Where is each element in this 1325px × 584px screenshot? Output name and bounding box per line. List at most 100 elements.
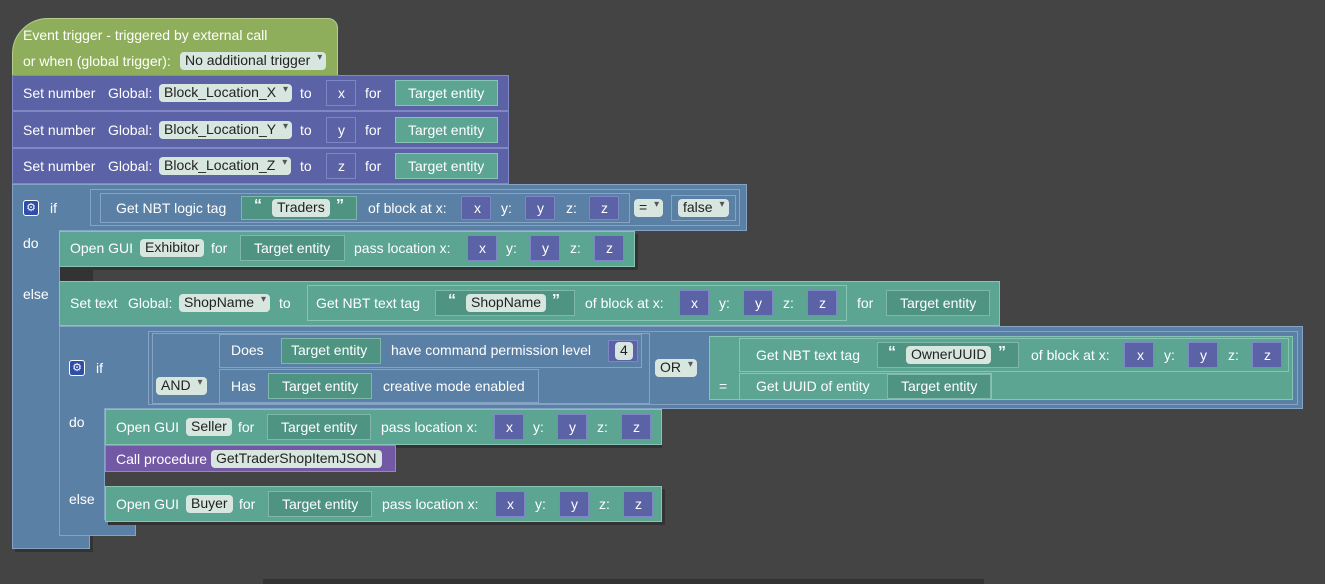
scope-label: Global: xyxy=(108,85,153,101)
workspace-scrollbar[interactable] xyxy=(263,579,984,584)
target-entity-label: Target entity xyxy=(282,496,359,512)
open-quote-icon: “ xyxy=(448,292,456,309)
y-label: y: xyxy=(501,200,512,216)
creative-label: creative mode enabled xyxy=(383,378,525,394)
y-label: y: xyxy=(719,295,730,311)
open-gui-label: Open GUI xyxy=(70,240,134,256)
z-label: z: xyxy=(570,240,581,256)
y-label: y: xyxy=(535,496,546,512)
pass-location-label: pass location x: xyxy=(382,496,479,512)
for-label: for xyxy=(239,496,256,512)
y-var: y xyxy=(571,496,578,512)
level-field[interactable]: 4 xyxy=(615,342,633,360)
z-label: z: xyxy=(597,419,608,435)
open-quote-icon: “ xyxy=(254,197,262,214)
for-label: for xyxy=(365,122,382,138)
z-label: z: xyxy=(1228,347,1239,363)
gui-name-field[interactable]: Buyer xyxy=(186,495,233,513)
target-entity-label: Target entity xyxy=(291,342,368,358)
global-trigger-label: or when (global trigger): xyxy=(23,53,171,69)
y-var: y xyxy=(1200,347,1207,363)
get-nbt-text-label: Get NBT text tag xyxy=(316,295,421,311)
get-nbt-logic-label: Get NBT logic tag xyxy=(116,200,227,216)
operator-dropdown[interactable]: = xyxy=(634,197,664,217)
variable-dropdown[interactable]: ShopName xyxy=(179,292,271,312)
to-label: to xyxy=(300,158,312,174)
text-literal-field[interactable]: Traders xyxy=(272,199,330,217)
open-gui-label: Open GUI xyxy=(116,496,180,512)
of-block-label: of block at x: xyxy=(368,200,447,216)
z-var: z xyxy=(635,496,642,512)
get-uuid-label: Get UUID of entity xyxy=(756,378,870,394)
z-var: z xyxy=(1264,347,1271,363)
target-entity-label: Target entity xyxy=(408,122,485,138)
to-label: to xyxy=(300,122,312,138)
to-label: to xyxy=(279,295,291,311)
or-dropdown[interactable]: OR xyxy=(655,357,697,377)
variable-dropdown-x[interactable]: Block_Location_X xyxy=(159,82,293,102)
of-block-label: of block at x: xyxy=(585,295,664,311)
x-var: x xyxy=(474,200,481,216)
pass-location-label: pass location x: xyxy=(354,240,451,256)
value-y: y xyxy=(338,122,345,138)
x-var: x xyxy=(507,496,514,512)
does-label: Does xyxy=(231,342,264,358)
for-label: for xyxy=(365,158,382,174)
if-label: if xyxy=(96,360,103,376)
text-literal-field[interactable]: OwnerUUID xyxy=(906,346,992,364)
x-var: x xyxy=(691,295,698,311)
procedure-name-field[interactable]: GetTraderShopItemJSON xyxy=(211,450,382,468)
boolean-dropdown[interactable]: false xyxy=(678,197,729,217)
target-entity-label: Target entity xyxy=(282,378,359,394)
if-else-spine xyxy=(12,230,60,548)
x-var: x xyxy=(506,419,513,435)
target-entity-label: Target entity xyxy=(254,240,331,256)
set-text-label: Set text xyxy=(70,295,118,311)
z-label: z: xyxy=(566,200,577,216)
variable-dropdown-z[interactable]: Block_Location_Z xyxy=(159,155,292,175)
for-label: for xyxy=(365,85,382,101)
gui-name-field[interactable]: Seller xyxy=(186,418,232,436)
if-label: if xyxy=(50,200,57,216)
y-var: y xyxy=(537,200,544,216)
has-label: Has xyxy=(231,378,256,394)
else-label: else xyxy=(23,286,49,302)
pass-location-label: pass location x: xyxy=(381,419,478,435)
close-quote-icon: ” xyxy=(998,344,1006,361)
for-label: for xyxy=(857,295,874,311)
gear-icon[interactable]: ⚙ xyxy=(69,360,85,376)
do-label: do xyxy=(69,414,85,430)
z-var: z xyxy=(819,295,826,311)
z-var: z xyxy=(606,240,613,256)
global-trigger-dropdown[interactable]: No additional trigger xyxy=(180,50,327,70)
y-label: y: xyxy=(506,240,517,256)
y-label: y: xyxy=(1164,347,1175,363)
permission-label: have command permission level xyxy=(391,342,591,358)
of-block-label: of block at x: xyxy=(1031,347,1110,363)
target-entity-label: Target entity xyxy=(281,419,358,435)
to-label: to xyxy=(300,85,312,101)
variable-dropdown-y[interactable]: Block_Location_Y xyxy=(159,119,293,139)
gui-name-field[interactable]: Exhibitor xyxy=(140,239,205,257)
gear-icon[interactable]: ⚙ xyxy=(23,200,39,216)
for-label: for xyxy=(211,240,228,256)
z-label: z: xyxy=(783,295,794,311)
set-number-label: Set number xyxy=(23,85,96,101)
text-literal-field[interactable]: ShopName xyxy=(466,294,547,312)
y-var: y xyxy=(569,419,576,435)
x-var: x xyxy=(479,240,486,256)
close-quote-icon: ” xyxy=(336,197,344,214)
else-label: else xyxy=(69,491,95,507)
equals-label: = xyxy=(719,378,728,394)
y-var: y xyxy=(755,295,762,311)
close-quote-icon: ” xyxy=(552,292,560,309)
value-x: x xyxy=(338,85,345,101)
call-procedure-label: Call procedure xyxy=(116,451,208,467)
z-var: z xyxy=(601,200,608,216)
for-label: for xyxy=(238,419,255,435)
target-entity-label: Target entity xyxy=(901,378,978,394)
y-label: y: xyxy=(533,419,544,435)
scope-label: Global: xyxy=(108,122,153,138)
and-dropdown[interactable]: AND xyxy=(156,375,207,395)
do-label: do xyxy=(23,235,39,251)
